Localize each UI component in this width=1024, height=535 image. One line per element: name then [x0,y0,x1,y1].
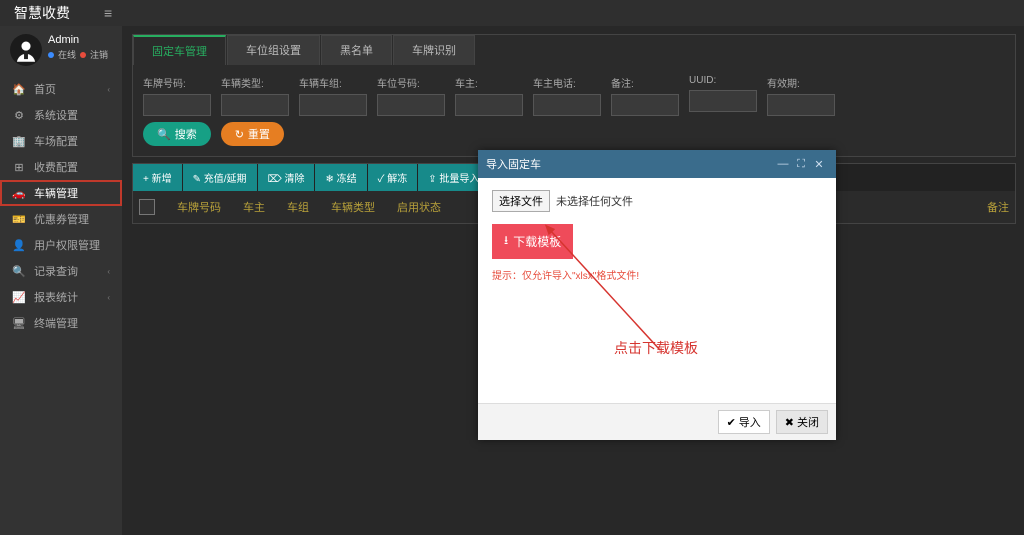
filter-label: 车主: [455,75,523,90]
sidebar-item-4[interactable]: 🚗 车辆管理 [0,180,122,206]
tab-0[interactable]: 固定车管理 [133,35,226,65]
th-2[interactable]: 车组 [287,199,309,215]
nav-icon: 🏠 [12,83,26,96]
status-online: 在线 [58,48,76,61]
filter-input-8[interactable] [767,94,835,116]
no-file-label: 未选择任何文件 [556,193,633,209]
nav-icon: 🏢 [12,135,26,148]
tip-text: 提示：仅允许导入"xlsx"格式文件! [492,267,822,282]
status-dot-icon [48,52,54,58]
sidebar-item-6[interactable]: 👤 用户权限管理 [0,232,122,258]
toolbar-btn-2[interactable]: ⌦ 清除 [258,164,315,191]
select-all-checkbox[interactable] [139,199,155,215]
import-modal: 导入固定车 — ⛶ ✕ 选择文件 未选择任何文件 ⭳ 下载模板 提示：仅允许导入… [478,150,836,440]
filter-input-2[interactable] [299,94,367,116]
tab-3[interactable]: 车牌识别 [393,35,475,65]
sidebar-item-5[interactable]: 🎫 优惠券管理 [0,206,122,232]
filter-input-1[interactable] [221,94,289,116]
sidebar-item-0[interactable]: 🏠 首页 ‹ [0,76,122,102]
th-0[interactable]: 车牌号码 [177,199,221,215]
toolbar-btn-4[interactable]: ✓ 解冻 [368,164,418,191]
menu-toggle-icon[interactable]: ≡ [104,5,112,21]
th-3[interactable]: 车辆类型 [331,199,375,215]
download-template-button[interactable]: ⭳ 下载模板 [492,224,573,259]
sidebar-item-label: 车场配置 [34,133,78,149]
sidebar-item-1[interactable]: ⚙ 系统设置 [0,102,122,128]
filter-input-3[interactable] [377,94,445,116]
filter-label: 车牌号码: [143,75,211,90]
sidebar-item-label: 车辆管理 [34,185,78,201]
nav-icon: 👤 [12,239,26,252]
th-4[interactable]: 启用状态 [397,199,441,215]
toolbar-btn-1[interactable]: ✎ 充值/延期 [183,164,257,191]
refresh-icon: ↻ [235,128,244,141]
search-button[interactable]: 🔍搜索 [143,122,211,146]
sidebar-item-label: 收费配置 [34,159,78,175]
sidebar-item-3[interactable]: ⊞ 收费配置 [0,154,122,180]
filter-label: 备注: [611,75,679,90]
filter-label: 有效期: [767,75,835,90]
filter-label: UUID: [689,75,757,86]
minimize-icon[interactable]: — [774,158,792,170]
filter-label: 车辆车组: [299,75,367,90]
status-dot-icon [80,52,86,58]
sidebar-item-label: 报表统计 [34,289,78,305]
nav-icon: ⊞ [12,161,26,174]
choose-file-button[interactable]: 选择文件 [492,190,550,212]
search-icon: 🔍 [157,128,171,141]
nav-icon: 🎫 [12,213,26,226]
sidebar-item-label: 系统设置 [34,107,78,123]
download-icon: ⭳ [504,231,508,252]
sidebar-item-7[interactable]: 🔍 记录查询 ‹ [0,258,122,284]
toolbar-btn-0[interactable]: + 新增 [133,164,182,191]
status-logout[interactable]: 注销 [90,48,108,61]
nav-icon: 🖥 [12,317,26,330]
sidebar-item-label: 用户权限管理 [34,237,100,253]
sidebar-item-label: 终端管理 [34,315,78,331]
sidebar-item-9[interactable]: 🖥 终端管理 [0,310,122,336]
nav-icon: 🔍 [12,265,26,278]
nav-icon: 🚗 [12,187,26,200]
toolbar-btn-3[interactable]: ❄ 冻结 [315,164,366,191]
username: Admin [48,34,108,46]
maximize-icon[interactable]: ⛶ [792,158,810,171]
tab-2[interactable]: 黑名单 [321,35,392,65]
avatar [10,34,42,66]
filter-input-5[interactable] [533,94,601,116]
filter-input-7[interactable] [689,90,757,112]
sidebar-item-label: 首页 [34,81,56,97]
nav-icon: ⚙ [12,109,26,122]
filter-label: 车位号码: [377,75,445,90]
filter-input-0[interactable] [143,94,211,116]
th-7[interactable]: 备注 [987,199,1009,215]
close-button[interactable]: ✖关闭 [776,410,828,434]
reset-button[interactable]: ↻重置 [221,122,284,146]
sidebar-item-label: 记录查询 [34,263,78,279]
check-icon: ✔ [727,416,736,429]
chevron-left-icon: ‹ [107,267,110,276]
chevron-left-icon: ‹ [107,85,110,94]
chevron-left-icon: ‹ [107,293,110,302]
modal-title: 导入固定车 [486,156,541,172]
x-icon: ✖ [785,416,794,429]
close-icon[interactable]: ✕ [810,158,828,171]
tab-1[interactable]: 车位组设置 [227,35,320,65]
import-button[interactable]: ✔导入 [718,410,770,434]
app-title: 智慧收费 [0,3,84,23]
filter-input-6[interactable] [611,94,679,116]
th-1[interactable]: 车主 [243,199,265,215]
sidebar-item-label: 优惠券管理 [34,211,89,227]
filter-label: 车辆类型: [221,75,289,90]
nav-icon: 📈 [12,291,26,304]
sidebar-item-8[interactable]: 📈 报表统计 ‹ [0,284,122,310]
filter-label: 车主电话: [533,75,601,90]
filter-input-4[interactable] [455,94,523,116]
sidebar-item-2[interactable]: 🏢 车场配置 [0,128,122,154]
